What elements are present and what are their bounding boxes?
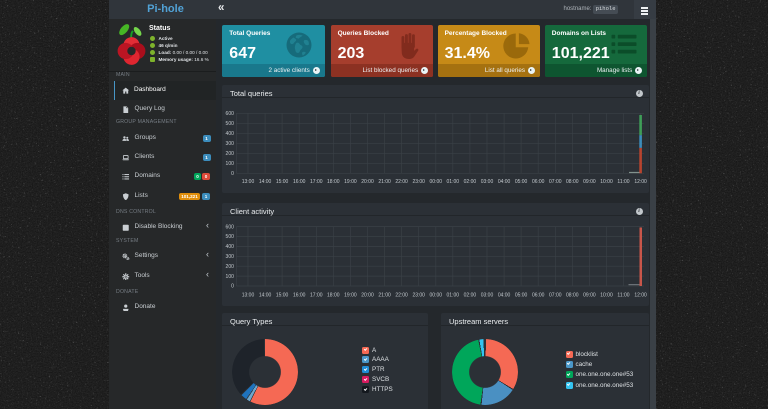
svg-text:500: 500: [226, 121, 235, 127]
svg-text:09:00: 09:00: [583, 179, 596, 185]
svg-text:06:00: 06:00: [532, 179, 545, 185]
svg-text:500: 500: [226, 234, 235, 240]
svg-text:300: 300: [226, 254, 235, 260]
svg-text:14:00: 14:00: [259, 292, 272, 298]
svg-text:08:00: 08:00: [566, 292, 579, 298]
svg-text:18:00: 18:00: [327, 292, 340, 298]
svg-text:02:00: 02:00: [464, 179, 477, 185]
svg-text:00:00: 00:00: [430, 179, 443, 185]
svg-text:300: 300: [226, 141, 235, 147]
svg-text:13:00: 13:00: [242, 292, 255, 298]
svg-text:17:00: 17:00: [310, 179, 323, 185]
svg-text:07:00: 07:00: [549, 292, 562, 298]
svg-text:20:00: 20:00: [361, 179, 374, 185]
svg-text:02:00: 02:00: [464, 292, 477, 298]
svg-text:05:00: 05:00: [515, 179, 528, 185]
svg-text:23:00: 23:00: [412, 292, 425, 298]
svg-text:21:00: 21:00: [378, 292, 391, 298]
svg-text:04:00: 04:00: [498, 292, 511, 298]
svg-text:12:00: 12:00: [634, 292, 647, 298]
svg-text:100: 100: [226, 274, 235, 280]
svg-text:04:00: 04:00: [498, 179, 511, 185]
svg-text:22:00: 22:00: [395, 179, 408, 185]
svg-text:12:00: 12:00: [634, 179, 647, 185]
svg-text:10:00: 10:00: [600, 179, 613, 185]
svg-text:07:00: 07:00: [549, 179, 562, 185]
svg-text:01:00: 01:00: [447, 179, 460, 185]
svg-text:19:00: 19:00: [344, 292, 357, 298]
svg-text:03:00: 03:00: [481, 292, 494, 298]
svg-text:16:00: 16:00: [293, 179, 306, 185]
svg-text:600: 600: [226, 111, 235, 117]
svg-text:11:00: 11:00: [617, 292, 629, 298]
svg-text:19:00: 19:00: [344, 179, 357, 185]
svg-text:22:00: 22:00: [395, 292, 408, 298]
svg-text:13:00: 13:00: [242, 179, 255, 185]
svg-text:100: 100: [226, 161, 235, 167]
svg-text:200: 200: [226, 151, 235, 157]
svg-text:06:00: 06:00: [532, 292, 545, 298]
svg-text:400: 400: [226, 131, 235, 137]
svg-text:08:00: 08:00: [566, 179, 579, 185]
svg-text:15:00: 15:00: [276, 179, 289, 185]
svg-text:23:00: 23:00: [412, 179, 425, 185]
svg-text:0: 0: [231, 284, 234, 290]
svg-text:21:00: 21:00: [378, 179, 391, 185]
svg-text:14:00: 14:00: [259, 179, 272, 185]
svg-text:00:00: 00:00: [430, 292, 443, 298]
svg-text:01:00: 01:00: [447, 292, 460, 298]
svg-text:11:00: 11:00: [617, 179, 629, 185]
svg-text:600: 600: [226, 224, 235, 230]
svg-text:20:00: 20:00: [361, 292, 374, 298]
svg-text:05:00: 05:00: [515, 292, 528, 298]
svg-text:200: 200: [226, 264, 235, 270]
svg-text:16:00: 16:00: [293, 292, 306, 298]
svg-text:15:00: 15:00: [276, 292, 289, 298]
svg-text:10:00: 10:00: [600, 292, 613, 298]
svg-text:17:00: 17:00: [310, 292, 323, 298]
svg-text:400: 400: [226, 244, 235, 250]
svg-text:0: 0: [231, 171, 234, 177]
svg-text:09:00: 09:00: [583, 292, 596, 298]
svg-text:18:00: 18:00: [327, 179, 340, 185]
svg-text:03:00: 03:00: [481, 179, 494, 185]
